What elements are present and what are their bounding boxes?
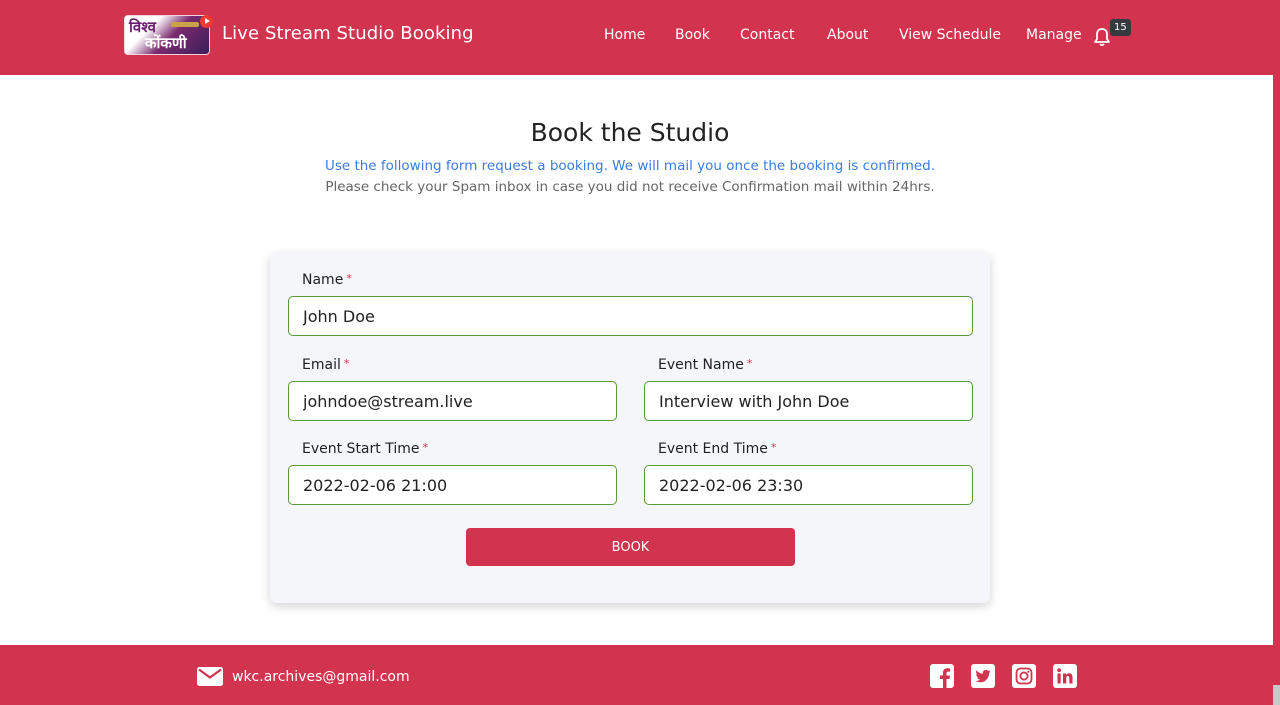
- notification-count-badge: 15: [1110, 19, 1131, 36]
- logo-crown-graphic: [171, 22, 199, 27]
- required-mark: *: [770, 441, 777, 454]
- book-button[interactable]: BOOK: [466, 528, 795, 566]
- email-label: Email *: [302, 357, 349, 373]
- linkedin-icon[interactable]: [1053, 664, 1077, 688]
- main-content: Book the Studio Use the following form r…: [0, 75, 1273, 645]
- facebook-icon[interactable]: [930, 664, 954, 688]
- site-logo[interactable]: विश्व कोंकणी: [124, 15, 210, 55]
- required-mark: *: [343, 357, 350, 370]
- nav-book[interactable]: Book: [675, 27, 710, 43]
- event-name-input[interactable]: [644, 381, 973, 421]
- play-icon: [200, 15, 213, 28]
- bell-icon[interactable]: [1093, 27, 1111, 47]
- envelope-icon: [197, 667, 223, 686]
- email-label-text: Email: [302, 357, 341, 373]
- page-title: Book the Studio: [530, 118, 730, 147]
- logo-text-line2: कोंकणी: [145, 34, 187, 52]
- event-name-label-text: Event Name: [658, 357, 744, 373]
- nav-manage[interactable]: Manage: [1026, 27, 1082, 43]
- email-input[interactable]: [288, 381, 617, 421]
- booking-form: Name* Email* Event Name* Event Start Tim…: [270, 253, 990, 603]
- name-label: Name *: [302, 272, 352, 288]
- name-input[interactable]: [288, 296, 973, 336]
- required-mark: *: [346, 272, 352, 285]
- nav-view-schedule[interactable]: View Schedule: [899, 27, 1001, 43]
- name-label-text: Name: [302, 272, 344, 288]
- start-time-label: Event Start Time *: [302, 441, 428, 457]
- spam-note: Please check your Spam inbox in case you…: [325, 179, 935, 195]
- nav-home[interactable]: Home: [604, 27, 645, 43]
- required-mark: *: [422, 441, 428, 454]
- end-time-label-text: Event End Time: [658, 441, 768, 457]
- page-scrollbar[interactable]: [1273, 685, 1280, 705]
- twitter-icon[interactable]: [971, 664, 995, 688]
- instagram-icon[interactable]: [1012, 664, 1036, 688]
- start-time-input[interactable]: [288, 465, 617, 505]
- required-mark: *: [746, 357, 753, 370]
- brand-title[interactable]: Live Stream Studio Booking: [222, 23, 474, 44]
- event-name-label: Event Name *: [658, 357, 752, 373]
- nav-about[interactable]: About: [827, 27, 868, 43]
- contact-email-link[interactable]: wkc.archives@gmail.com: [232, 669, 410, 685]
- footer: wkc.archives@gmail.com: [0, 645, 1280, 705]
- end-time-label: Event End Time *: [658, 441, 776, 457]
- page-subtitle: Use the following form request a booking…: [324, 158, 936, 174]
- top-navbar: विश्व कोंकणी Live Stream Studio Booking …: [0, 0, 1280, 75]
- end-time-input[interactable]: [644, 465, 973, 505]
- nav-contact[interactable]: Contact: [740, 27, 794, 43]
- start-time-label-text: Event Start Time: [302, 441, 420, 457]
